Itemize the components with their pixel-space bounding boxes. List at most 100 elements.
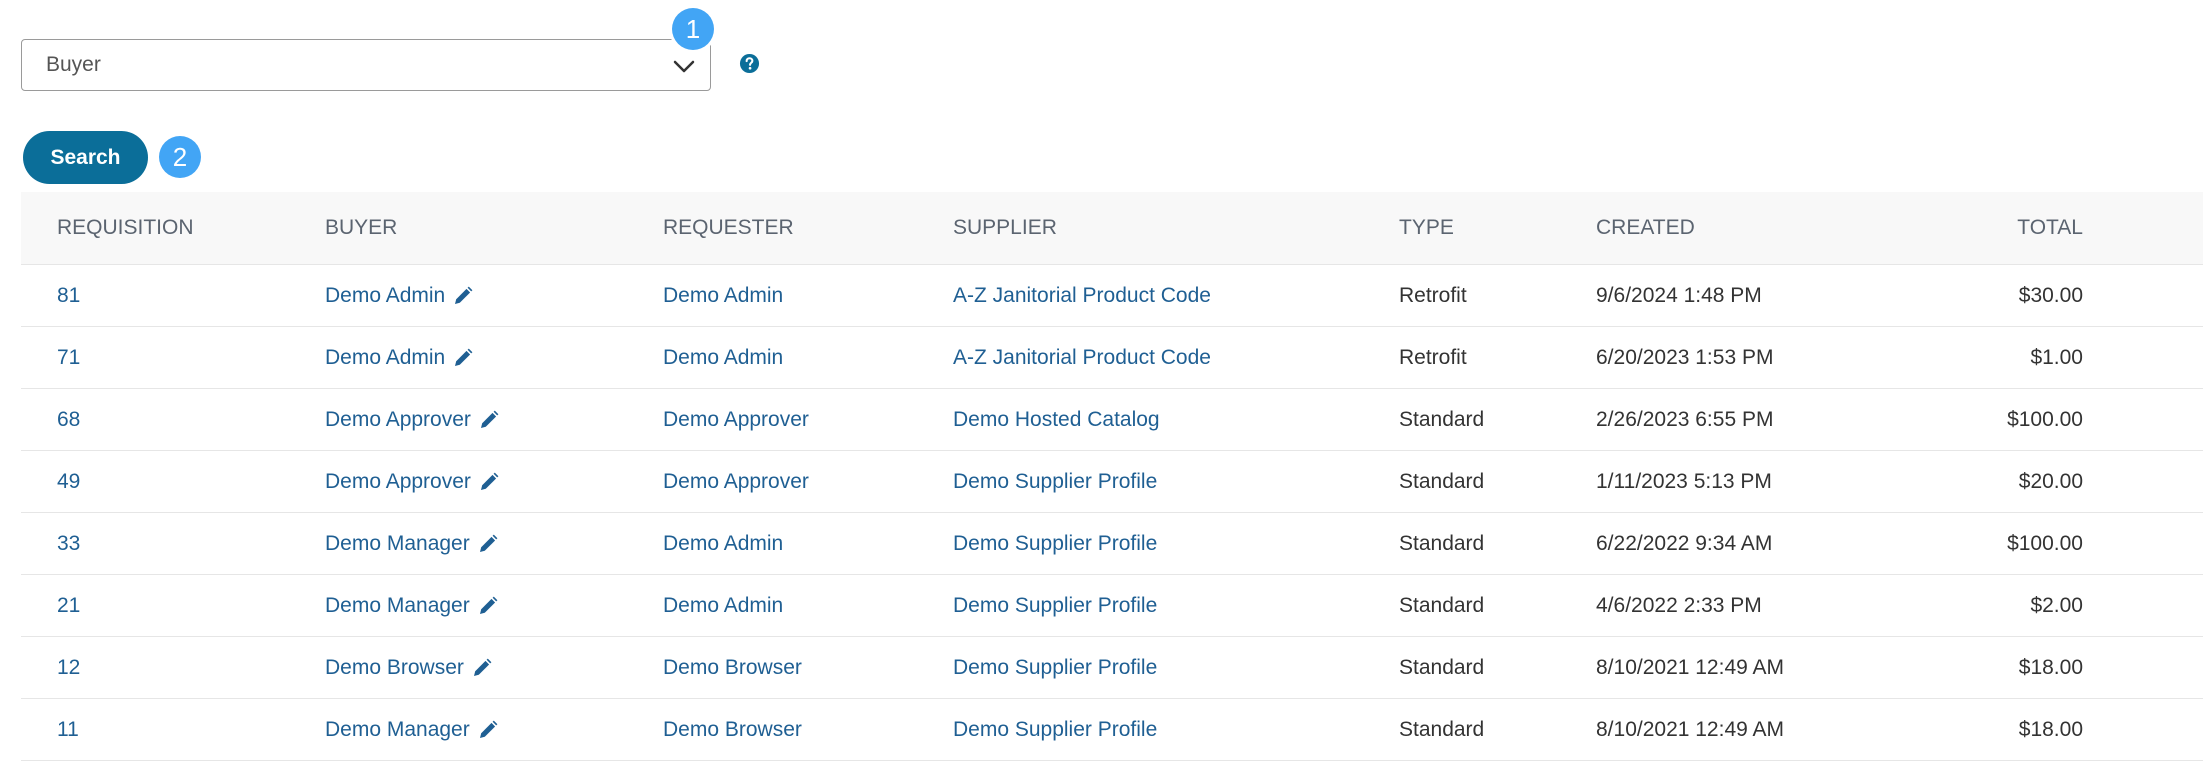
cell-created: 1/11/2023 5:13 PM: [1596, 450, 1946, 513]
buyer-link[interactable]: Demo Admin: [325, 284, 445, 308]
requester-link[interactable]: Demo Admin: [663, 594, 783, 617]
cell-requester: Demo Approver: [663, 450, 953, 513]
table-body: 81 Demo Admin Demo Admin A-Z Janitorial Pro…: [21, 264, 2203, 761]
requester-link[interactable]: Demo Browser: [663, 656, 802, 679]
table-header: REQUISITION BUYER REQUESTER SUPPLIER TYP…: [21, 192, 2203, 265]
buyer-link[interactable]: Demo Manager: [325, 532, 470, 556]
column-header-type[interactable]: TYPE: [1399, 192, 1596, 265]
cell-buyer: Demo Approver: [325, 450, 663, 513]
cell-buyer: Demo Admin: [325, 326, 663, 389]
cell-supplier: Demo Supplier Profile: [953, 574, 1399, 637]
supplier-link[interactable]: Demo Supplier Profile: [953, 470, 1157, 493]
cell-total: $1.00: [1946, 326, 2083, 389]
table-row: 49 Demo Approver Demo Approver Demo Supplie…: [21, 450, 2203, 513]
cell-spacer: [2083, 636, 2203, 699]
requester-link[interactable]: Demo Approver: [663, 408, 809, 431]
cell-total: $18.00: [1946, 636, 2083, 699]
cell-spacer: [2083, 264, 2203, 327]
requisition-link[interactable]: 12: [57, 656, 80, 679]
requisition-link[interactable]: 21: [57, 594, 80, 617]
buyer-cell-content: Demo Manager: [325, 532, 498, 556]
buyer-link[interactable]: Demo Manager: [325, 718, 470, 742]
requisition-link[interactable]: 11: [57, 718, 79, 741]
cell-total: $100.00: [1946, 388, 2083, 451]
pencil-icon[interactable]: [472, 658, 492, 678]
table-row: 71 Demo Admin Demo Admin A-Z Janitorial Pro…: [21, 326, 2203, 389]
table-row: 21 Demo Manager Demo Admin Demo Supplier Pr…: [21, 574, 2203, 637]
cell-type: Standard: [1399, 698, 1596, 761]
step-badge-2: 2: [159, 136, 201, 178]
requester-link[interactable]: Demo Admin: [663, 284, 783, 307]
cell-requester: Demo Browser: [663, 698, 953, 761]
pencil-icon[interactable]: [453, 348, 473, 368]
cell-created: 8/10/2021 12:49 AM: [1596, 636, 1946, 699]
buyer-link[interactable]: Demo Browser: [325, 656, 464, 680]
pencil-icon[interactable]: [478, 720, 498, 740]
buyer-cell-content: Demo Manager: [325, 718, 498, 742]
search-button[interactable]: Search: [23, 131, 148, 184]
cell-requisition: 11: [21, 698, 325, 761]
pencil-icon[interactable]: [479, 410, 499, 430]
cell-total: $30.00: [1946, 264, 2083, 327]
cell-type: Standard: [1399, 388, 1596, 451]
cell-created: 2/26/2023 6:55 PM: [1596, 388, 1946, 451]
question-circle-icon[interactable]: [739, 53, 760, 74]
supplier-link[interactable]: Demo Supplier Profile: [953, 656, 1157, 679]
pencil-icon[interactable]: [453, 286, 473, 306]
buyer-cell-content: Demo Manager: [325, 594, 498, 618]
pencil-icon[interactable]: [478, 534, 498, 554]
requisition-link[interactable]: 68: [57, 408, 80, 431]
cell-requester: Demo Admin: [663, 264, 953, 327]
column-header-supplier[interactable]: SUPPLIER: [953, 192, 1399, 265]
cell-requester: Demo Approver: [663, 388, 953, 451]
cell-requisition: 68: [21, 388, 325, 451]
requester-link[interactable]: Demo Browser: [663, 718, 802, 741]
supplier-link[interactable]: A-Z Janitorial Product Code: [953, 346, 1211, 369]
buyer-cell-content: Demo Approver: [325, 470, 499, 494]
cell-requester: Demo Browser: [663, 636, 953, 699]
column-header-requisition[interactable]: REQUISITION: [21, 192, 325, 265]
buyer-cell-content: Demo Browser: [325, 656, 492, 680]
column-header-requester[interactable]: REQUESTER: [663, 192, 953, 265]
buyer-link[interactable]: Demo Manager: [325, 594, 470, 618]
cell-created: 9/6/2024 1:48 PM: [1596, 264, 1946, 327]
results-table: REQUISITION BUYER REQUESTER SUPPLIER TYP…: [21, 192, 2203, 761]
column-header-buyer[interactable]: BUYER: [325, 192, 663, 265]
pencil-icon[interactable]: [479, 472, 499, 492]
table-row: 11 Demo Manager Demo Browser Demo Supplier …: [21, 698, 2203, 761]
requester-link[interactable]: Demo Admin: [663, 532, 783, 555]
search-by-select[interactable]: Buyer: [21, 39, 711, 91]
requisition-link[interactable]: 71: [57, 346, 80, 369]
pencil-icon[interactable]: [478, 596, 498, 616]
supplier-link[interactable]: Demo Supplier Profile: [953, 532, 1157, 555]
buyer-link[interactable]: Demo Approver: [325, 408, 471, 432]
cell-supplier: A-Z Janitorial Product Code: [953, 326, 1399, 389]
requester-link[interactable]: Demo Approver: [663, 470, 809, 493]
column-header-created[interactable]: CREATED: [1596, 192, 1946, 265]
supplier-link[interactable]: Demo Hosted Catalog: [953, 408, 1160, 431]
cell-total: $100.00: [1946, 512, 2083, 575]
supplier-link[interactable]: A-Z Janitorial Product Code: [953, 284, 1211, 307]
table-row: 81 Demo Admin Demo Admin A-Z Janitorial Pro…: [21, 264, 2203, 327]
cell-created: 6/20/2023 1:53 PM: [1596, 326, 1946, 389]
cell-requisition: 49: [21, 450, 325, 513]
supplier-link[interactable]: Demo Supplier Profile: [953, 718, 1157, 741]
cell-created: 8/10/2021 12:49 AM: [1596, 698, 1946, 761]
cell-supplier: A-Z Janitorial Product Code: [953, 264, 1399, 327]
cell-requester: Demo Admin: [663, 326, 953, 389]
buyer-link[interactable]: Demo Approver: [325, 470, 471, 494]
cell-total: $20.00: [1946, 450, 2083, 513]
column-header-spacer: [2083, 192, 2203, 265]
cell-buyer: Demo Manager: [325, 512, 663, 575]
requisition-link[interactable]: 49: [57, 470, 80, 493]
requisition-link[interactable]: 33: [57, 532, 80, 555]
cell-buyer: Demo Approver: [325, 388, 663, 451]
cell-requester: Demo Admin: [663, 512, 953, 575]
cell-requisition: 81: [21, 264, 325, 327]
supplier-link[interactable]: Demo Supplier Profile: [953, 594, 1157, 617]
requisition-link[interactable]: 81: [57, 284, 80, 307]
column-header-total[interactable]: TOTAL: [1946, 192, 2083, 265]
buyer-link[interactable]: Demo Admin: [325, 346, 445, 370]
requester-link[interactable]: Demo Admin: [663, 346, 783, 369]
cell-created: 6/22/2022 9:34 AM: [1596, 512, 1946, 575]
